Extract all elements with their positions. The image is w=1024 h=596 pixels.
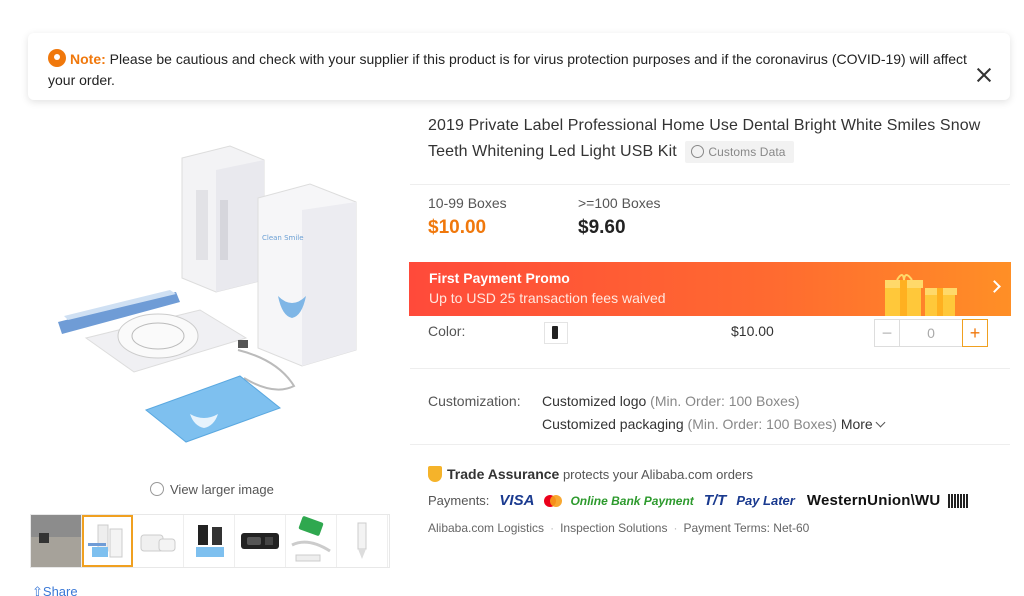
main-product-image[interactable]: Clean Smile <box>30 110 390 470</box>
chevron-down-icon <box>875 417 886 428</box>
trade-assurance: Trade Assurance protects your Alibaba.co… <box>428 466 753 482</box>
share-icon: ⇧ <box>32 584 43 596</box>
first-payment-promo-banner[interactable]: First Payment Promo Up to USD 25 transac… <box>409 262 1011 316</box>
western-union-logo: WesternUnion\WU <box>806 492 941 509</box>
color-label: Color: <box>428 323 466 339</box>
mastercard-icon <box>544 494 563 507</box>
separator-dot: · <box>673 521 678 535</box>
quantity-input[interactable]: 0 <box>900 319 962 347</box>
box-brand-text: Clean Smile <box>262 234 304 242</box>
customization-label: Customization: <box>428 393 521 409</box>
thumbnail-4[interactable] <box>184 515 235 567</box>
variant-price: $10.00 <box>731 323 774 339</box>
divider <box>410 444 1010 445</box>
service-inspection[interactable]: Inspection Solutions <box>560 521 667 535</box>
price-tier-price: $9.60 <box>578 217 626 238</box>
customization-options: Customized logo (Min. Order: 100 Boxes) … <box>542 390 962 436</box>
divider <box>410 368 1010 369</box>
visa-logo: VISA <box>499 492 535 509</box>
thumbnail-7[interactable] <box>337 515 388 567</box>
services-row: Alibaba.com Logistics · Inspection Solutio… <box>428 521 809 535</box>
notice-label: Note: <box>70 51 106 67</box>
thumbnail-6[interactable] <box>286 515 337 567</box>
price-tier-qty: >=100 Boxes <box>578 195 661 211</box>
chevron-right-icon <box>988 280 1001 293</box>
product-title: 2019 Private Label Professional Home Use… <box>428 113 1010 165</box>
thumbnail-strip <box>30 514 390 568</box>
view-larger-label: View larger image <box>170 482 274 497</box>
service-payment-terms[interactable]: Payment Terms: Net-60 <box>683 521 809 535</box>
decrement-button[interactable]: − <box>874 319 900 347</box>
more-label: More <box>840 416 873 432</box>
custom-logo-label: Customized logo <box>542 393 647 409</box>
trade-assurance-shield-icon <box>428 466 442 482</box>
boleto-barcode-icon <box>948 493 969 508</box>
thumbnail-1[interactable] <box>31 515 82 567</box>
tt-logo: T/T <box>703 492 727 509</box>
trade-assurance-text: protects your Alibaba.com orders <box>562 467 753 482</box>
price-tier-1: 10-99 Boxes $10.00 <box>428 195 507 239</box>
quantity-stepper: − 0 + <box>874 319 991 347</box>
share-label: Share <box>42 584 78 596</box>
custom-logo-option: Customized logo (Min. Order: 100 Boxes) <box>542 390 962 413</box>
trade-assurance-title: Trade Assurance <box>447 466 560 482</box>
thumbnail-5[interactable] <box>235 515 286 567</box>
increment-button[interactable]: + <box>962 319 988 347</box>
price-tier-2: >=100 Boxes $9.60 <box>578 195 661 239</box>
covid-notice-banner: Note: Please be cautious and check with … <box>28 33 1010 100</box>
custom-logo-min: (Min. Order: 100 Boxes) <box>646 393 800 409</box>
custom-packaging-min: (Min. Order: 100 Boxes) <box>683 416 837 432</box>
notice-text: Note: Please be cautious and check with … <box>48 49 978 91</box>
service-logistics[interactable]: Alibaba.com Logistics <box>428 521 544 535</box>
notice-message: Please be cautious and check with your s… <box>48 51 967 88</box>
online-bank-payment-logo: Online Bank Payment <box>570 493 694 508</box>
close-icon[interactable] <box>976 67 992 83</box>
customs-data-badge[interactable]: Customs Data <box>685 140 794 163</box>
promo-subtitle: Up to USD 25 transaction fees waived <box>429 290 666 306</box>
price-tier-qty: 10-99 Boxes <box>428 195 507 211</box>
pay-later-logo: Pay Later <box>736 493 795 508</box>
more-link[interactable]: More <box>840 416 886 432</box>
magnifier-icon <box>150 482 164 496</box>
promo-title: First Payment Promo <box>429 270 570 286</box>
thumbnail-2[interactable] <box>82 515 133 567</box>
custom-packaging-label: Customized packaging <box>542 416 684 432</box>
check-circle-icon <box>691 144 705 158</box>
separator-dot: · <box>550 521 555 535</box>
price-tier-price: $10.00 <box>428 217 487 238</box>
custom-packaging-option: Customized packaging (Min. Order: 100 Bo… <box>542 413 962 436</box>
customs-data-label: Customs Data <box>708 144 786 159</box>
color-variant-row: Color: $10.00 − 0 + <box>428 319 1010 347</box>
thumbnail-3[interactable] <box>133 515 184 567</box>
divider <box>410 184 1010 185</box>
share-link[interactable]: ⇧Share <box>32 584 78 596</box>
color-swatch[interactable] <box>544 322 568 344</box>
gift-box-icon <box>885 274 957 316</box>
payments-label: Payments: <box>428 493 490 508</box>
view-larger-link[interactable]: View larger image <box>150 482 274 497</box>
payment-methods: Payments: VISA Online Bank Payment T/T P… <box>428 492 969 509</box>
